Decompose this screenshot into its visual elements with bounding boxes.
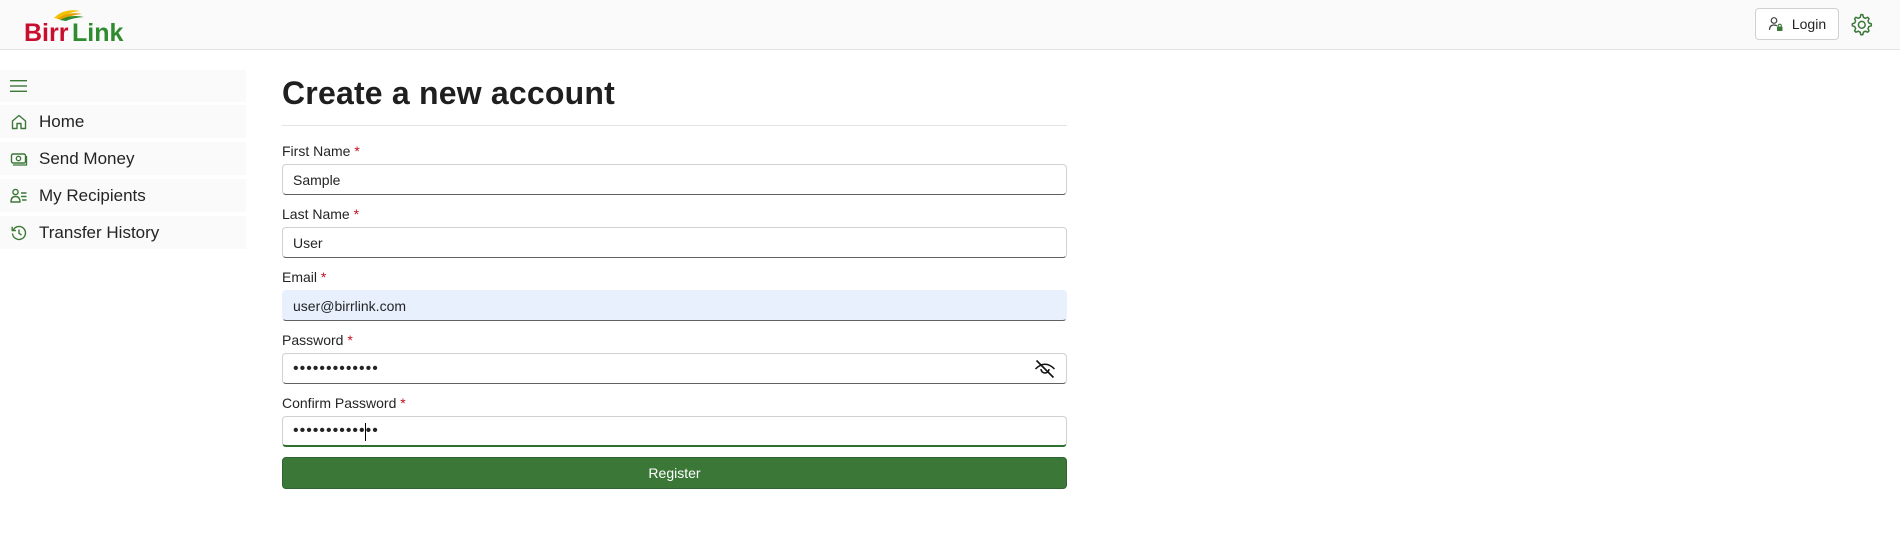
login-button[interactable]: Login: [1755, 8, 1839, 40]
required-mark: *: [320, 269, 327, 285]
register-button[interactable]: Register: [282, 457, 1067, 489]
email-input[interactable]: [283, 291, 1066, 320]
required-mark: *: [353, 206, 360, 222]
sidebar-item-send-money[interactable]: Send Money: [0, 142, 246, 175]
sidebar-item-label: Transfer History: [39, 222, 160, 242]
sidebar-nav: Home Send Money My Recipients Transfer H…: [0, 70, 246, 253]
email-field[interactable]: [282, 290, 1067, 321]
gear-icon: [1851, 13, 1873, 36]
last-name-field[interactable]: [282, 227, 1067, 258]
password-input[interactable]: [283, 354, 1066, 383]
required-mark: *: [354, 143, 360, 159]
hamburger-icon: [10, 80, 27, 92]
sidebar-item-label: Send Money: [39, 148, 135, 168]
first-name-field[interactable]: [282, 164, 1067, 195]
confirm-password-field[interactable]: [282, 416, 1067, 447]
page-title: Create a new account: [282, 75, 615, 111]
first-name-input[interactable]: [283, 165, 1066, 194]
confirm-password-label: Confirm Password *: [282, 394, 1067, 412]
money-icon: [10, 152, 28, 166]
first-name-label: First Name *: [282, 142, 1067, 160]
title-divider: [282, 125, 1067, 126]
email-label: Email *: [282, 268, 1067, 286]
text-caret: [365, 423, 366, 441]
confirm-password-label-text: Confirm Password: [282, 395, 397, 411]
menu-toggle-button[interactable]: [0, 70, 246, 102]
birrlink-logo[interactable]: Birr Link: [24, 8, 124, 44]
history-icon: [11, 225, 27, 240]
sidebar-item-label: My Recipients: [39, 185, 146, 205]
confirm-password-input[interactable]: [283, 417, 1066, 445]
eye-off-icon[interactable]: [1034, 359, 1056, 379]
register-label: Register: [648, 465, 701, 481]
required-mark: *: [400, 395, 406, 411]
sidebar-item-label: Home: [39, 111, 85, 131]
password-field[interactable]: [282, 353, 1067, 384]
svg-text:Link: Link: [72, 19, 123, 44]
home-icon: [11, 114, 27, 129]
top-header: Birr Link Login: [0, 0, 1900, 50]
last-name-input[interactable]: [283, 228, 1066, 257]
email-label-text: Email: [282, 269, 318, 285]
person-lock-icon: [1768, 17, 1783, 31]
sidebar-item-transfer-history[interactable]: Transfer History: [0, 216, 246, 249]
settings-button[interactable]: [1847, 10, 1875, 38]
sidebar-item-my-recipients[interactable]: My Recipients: [0, 179, 246, 212]
login-label: Login: [1791, 16, 1827, 32]
sidebar-item-home[interactable]: Home: [0, 105, 246, 138]
password-label: Password *: [282, 331, 1067, 349]
password-label-text: Password: [282, 332, 344, 348]
first-name-label-text: First Name: [282, 143, 351, 159]
svg-text:Birr: Birr: [24, 19, 69, 44]
required-mark: *: [347, 332, 353, 348]
register-form: Create a new account First Name * Last N…: [282, 68, 1067, 489]
last-name-label: Last Name *: [282, 205, 1067, 223]
last-name-label-text: Last Name: [282, 206, 350, 222]
people-icon: [10, 188, 27, 203]
